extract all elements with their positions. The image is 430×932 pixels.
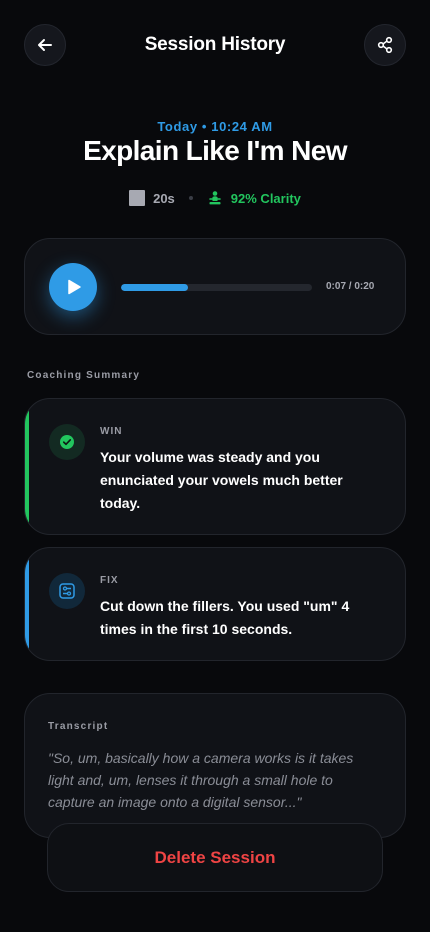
transcript-label: Transcript	[48, 721, 109, 732]
coaching-summary-label: Coaching Summary	[27, 370, 141, 381]
audio-player: 0:07 / 0:20	[24, 238, 406, 335]
separator-dot	[188, 196, 193, 200]
person-clarity-icon	[208, 191, 221, 205]
play-button[interactable]	[49, 263, 97, 311]
sliders-icon	[59, 583, 75, 599]
win-card: WIN Your volume was steady and you enunc…	[24, 398, 406, 535]
playback-progress-fill	[121, 284, 188, 291]
transcript-card: Transcript "So, um, basically how a came…	[24, 693, 406, 838]
win-text: Your volume was steady and you enunciate…	[100, 449, 343, 511]
fix-tag: FIX	[100, 575, 119, 586]
stop-square-icon	[129, 190, 146, 206]
fix-icon-badge	[49, 573, 85, 609]
fix-accent-bar	[25, 548, 29, 660]
clarity-score: 92% Clarity	[230, 190, 301, 206]
header: Session History	[0, 0, 430, 92]
session-title: Explain Like I'm New	[83, 135, 347, 166]
fix-text: Cut down the fillers. You used "um" 4 ti…	[100, 598, 350, 637]
win-icon-badge	[49, 424, 85, 460]
delete-session-button[interactable]: Delete Session	[47, 823, 383, 892]
session-date: Today • 10:24 AM	[157, 119, 273, 134]
share-button[interactable]	[364, 24, 406, 66]
transcript-text: "So, um, basically how a camera works is…	[48, 750, 354, 810]
fix-card: FIX Cut down the fillers. You used "um" …	[24, 547, 406, 661]
playback-progress-bar[interactable]	[121, 284, 312, 291]
playback-time: 0:07 / 0:20	[326, 281, 375, 292]
win-accent-bar	[25, 399, 29, 534]
check-circle-icon	[60, 435, 74, 449]
session-meta: 20s 92% Clarity	[0, 187, 430, 209]
play-icon	[68, 279, 81, 295]
session-duration: 20s	[153, 190, 175, 206]
win-tag: WIN	[100, 426, 123, 437]
share-icon	[377, 36, 393, 54]
